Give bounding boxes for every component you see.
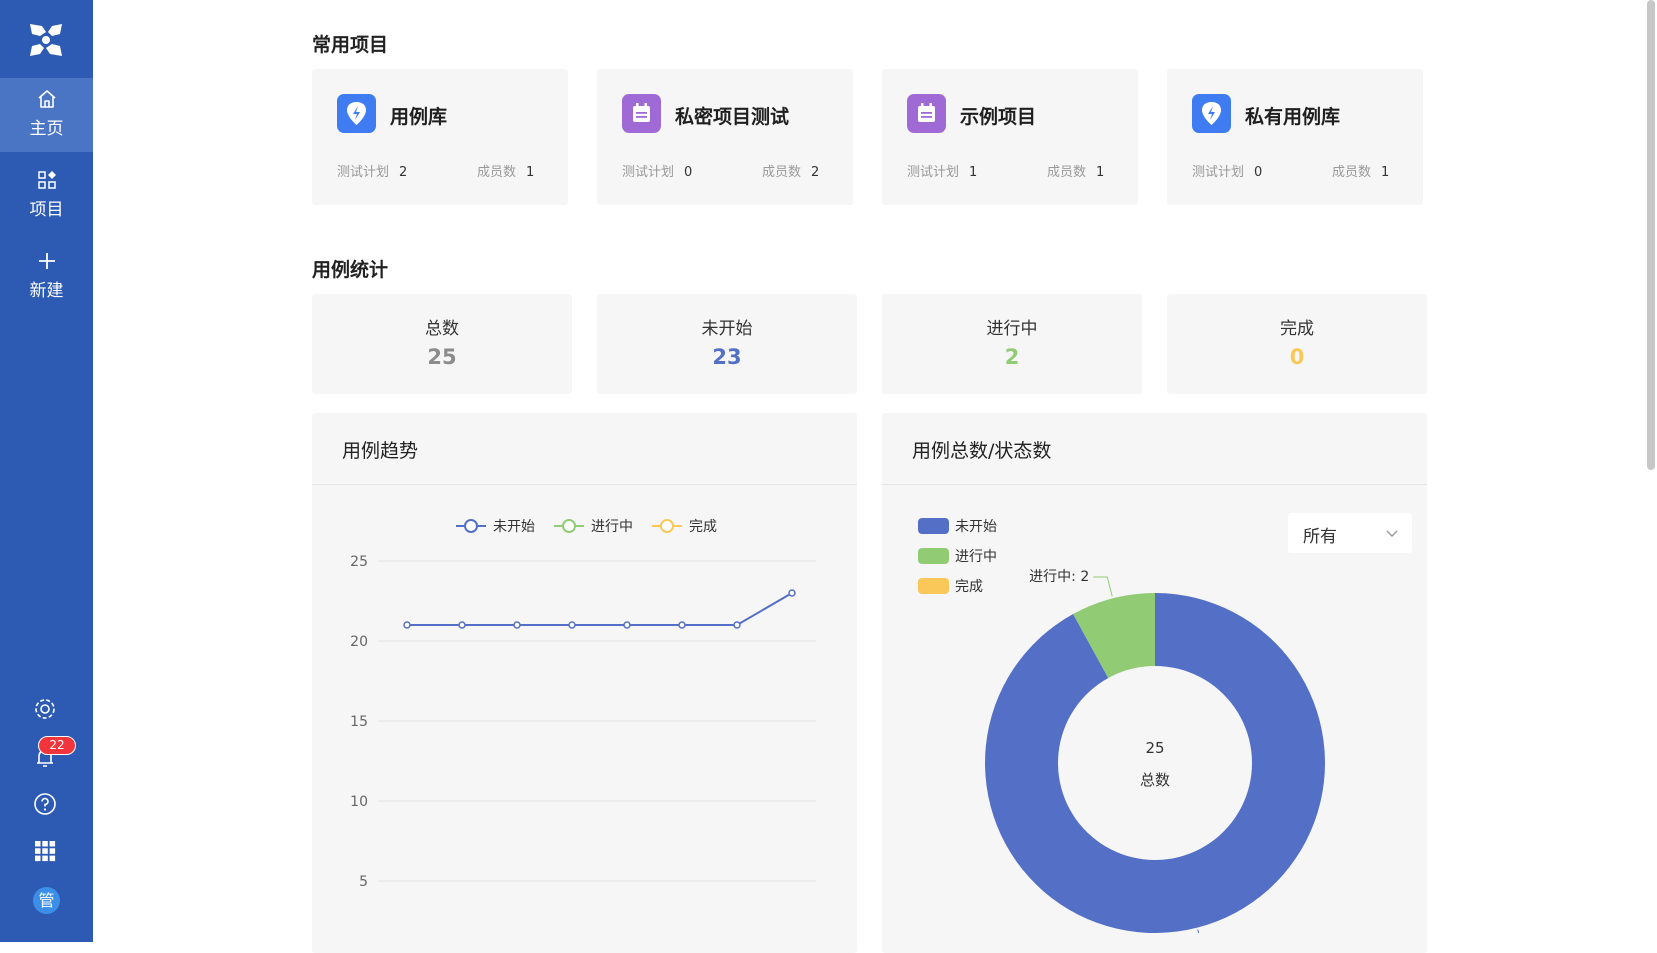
notification-badge: 22: [38, 736, 76, 755]
legend-swatch: [918, 518, 949, 534]
project-member-count: 成员数 1: [1332, 165, 1390, 180]
sidebar-item-home[interactable]: 主页: [0, 78, 93, 152]
series-line: [407, 592, 793, 626]
legend-label: 进行中: [955, 549, 997, 565]
sidebar-item-label: 新建: [29, 281, 64, 301]
help-icon[interactable]: [32, 791, 58, 817]
trend-panel: 用例趋势 5 10 15 20 25 未开始 进行中 完成: [312, 413, 857, 953]
data-point: [623, 621, 631, 629]
legend-label: 未开始: [955, 519, 997, 535]
stat-card-total: 总数 25: [312, 294, 572, 394]
legend-label: 进行中: [591, 519, 633, 535]
page-scrollbar[interactable]: [1647, 0, 1655, 470]
plus-icon: [38, 253, 55, 269]
y-tick-label: 10: [350, 794, 368, 810]
project-name: 私有用例库: [1245, 106, 1341, 128]
data-point: [513, 621, 521, 629]
stat-label: 未开始: [701, 319, 753, 339]
home-icon: [37, 90, 56, 108]
legend-swatch: [918, 548, 949, 564]
project-member-count: 成员数 1: [477, 165, 535, 180]
donut-center-value: 25: [1145, 739, 1164, 757]
project-plan-count: 测试计划 0: [622, 165, 693, 180]
data-point: [733, 621, 741, 629]
status-panel: 用例总数/状态数 所有 未开始进行中完成未开始: 23进行中: 225总数: [882, 413, 1427, 953]
donut-center-label: 总数: [1140, 771, 1170, 789]
status-donut-chart: 未开始进行中完成未开始: 23进行中: 225总数: [918, 518, 1325, 933]
data-point: [788, 589, 796, 597]
stat-card-done: 完成 0: [1167, 294, 1427, 394]
settings-gear-icon[interactable]: [32, 696, 58, 722]
project-member-count: 成员数 1: [1047, 165, 1105, 180]
data-point: [568, 621, 576, 629]
stat-value: 0: [1289, 345, 1305, 369]
stat-label: 总数: [425, 319, 459, 339]
recent-projects-title: 常用项目: [312, 34, 389, 56]
project-plan-count: 测试计划 0: [1192, 165, 1263, 180]
shield-icon: [337, 94, 376, 133]
y-tick-label: 5: [359, 874, 368, 890]
legend-label: 完成: [955, 579, 983, 595]
calendar-icon: [907, 94, 946, 133]
slice-label: 进行中: 2: [1029, 569, 1089, 585]
user-avatar[interactable]: 管: [33, 887, 60, 914]
legend-marker: [562, 519, 576, 533]
slice-leader-line: [1197, 929, 1200, 933]
y-tick-label: 25: [350, 554, 368, 570]
project-card[interactable]: 示例项目 测试计划 1 成员数 1: [882, 69, 1138, 205]
data-point: [403, 621, 411, 629]
grid-apps-icon[interactable]: [32, 838, 58, 864]
stat-card-not-started: 未开始 23: [597, 294, 857, 394]
project-card[interactable]: 私有用例库 测试计划 0 成员数 1: [1167, 69, 1423, 205]
y-tick-label: 15: [350, 714, 368, 730]
shield-icon: [1192, 94, 1231, 133]
case-stats-title: 用例统计: [312, 259, 389, 281]
stat-label: 进行中: [986, 319, 1038, 339]
project-plan-count: 测试计划 2: [337, 165, 408, 180]
project-name: 示例项目: [960, 106, 1037, 128]
project-name: 用例库: [390, 106, 448, 128]
trend-line-chart: 5 10 15 20 25 未开始 进行中 完成: [350, 519, 816, 890]
calendar-icon: [622, 94, 661, 133]
stat-card-in-progress: 进行中 2: [882, 294, 1142, 394]
project-card[interactable]: 用例库 测试计划 2 成员数 1: [312, 69, 568, 205]
apps-icon: [37, 171, 56, 189]
sidebar-item-label: 项目: [29, 200, 64, 220]
legend-marker: [660, 519, 674, 533]
project-card[interactable]: 私密项目测试 测试计划 0 成员数 2: [597, 69, 853, 205]
stat-value: 2: [1004, 345, 1020, 369]
legend-marker: [464, 519, 478, 533]
data-point: [678, 621, 686, 629]
app-logo-icon[interactable]: [24, 18, 68, 62]
sidebar-item-new[interactable]: 新建: [0, 240, 93, 314]
sidebar: 主页 项目 新建 22 管: [0, 0, 93, 942]
y-tick-label: 20: [350, 634, 368, 650]
legend-swatch: [918, 578, 949, 594]
legend-label: 完成: [689, 519, 717, 535]
project-member-count: 成员数 2: [762, 165, 820, 180]
sidebar-item-label: 主页: [29, 119, 64, 139]
sidebar-item-projects[interactable]: 项目: [0, 159, 93, 233]
stat-value: 23: [712, 345, 742, 369]
stat-value: 25: [427, 345, 457, 369]
project-name: 私密项目测试: [675, 106, 790, 128]
stat-label: 完成: [1280, 319, 1314, 339]
slice-leader-line: [1093, 576, 1113, 597]
project-plan-count: 测试计划 1: [907, 165, 978, 180]
data-point: [458, 621, 466, 629]
legend-label: 未开始: [493, 519, 535, 535]
